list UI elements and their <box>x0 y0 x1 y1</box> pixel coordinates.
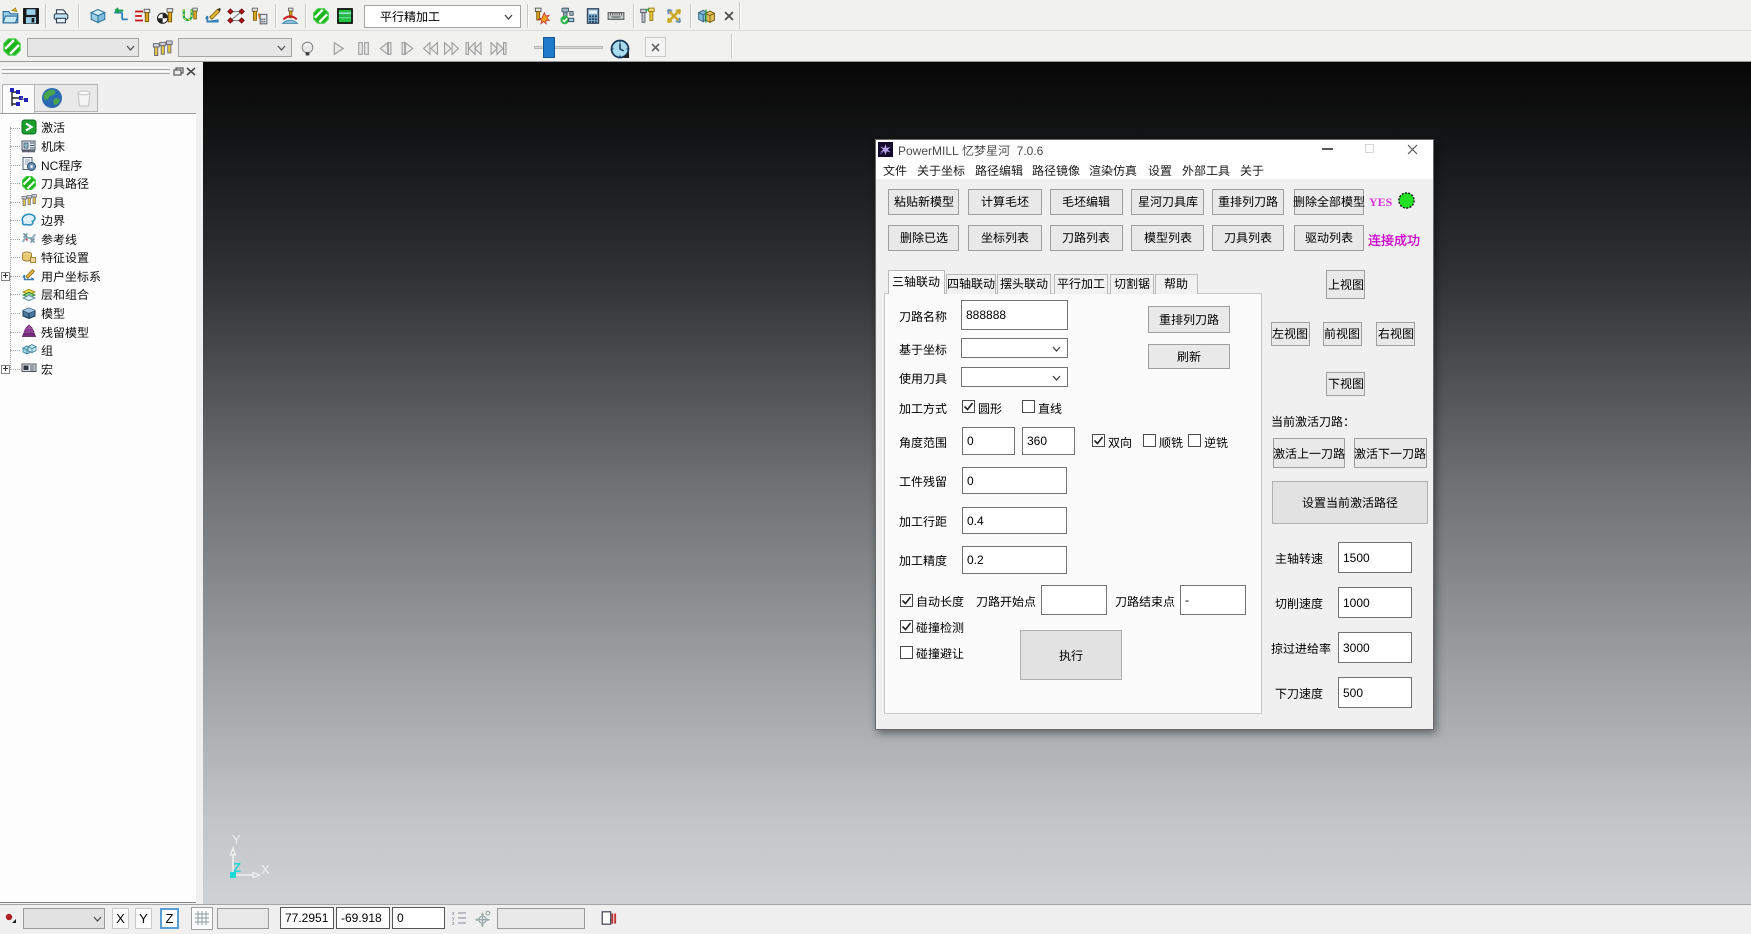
svg-text:PowerMILL: PowerMILL <box>898 144 962 158</box>
svg-text:Y: Y <box>232 832 241 847</box>
svg-text:NC: NC <box>41 159 59 173</box>
svg-text:7.0.6: 7.0.6 <box>1010 144 1044 158</box>
svg-text:z: z <box>452 921 455 926</box>
svg-text:X: X <box>261 862 270 877</box>
